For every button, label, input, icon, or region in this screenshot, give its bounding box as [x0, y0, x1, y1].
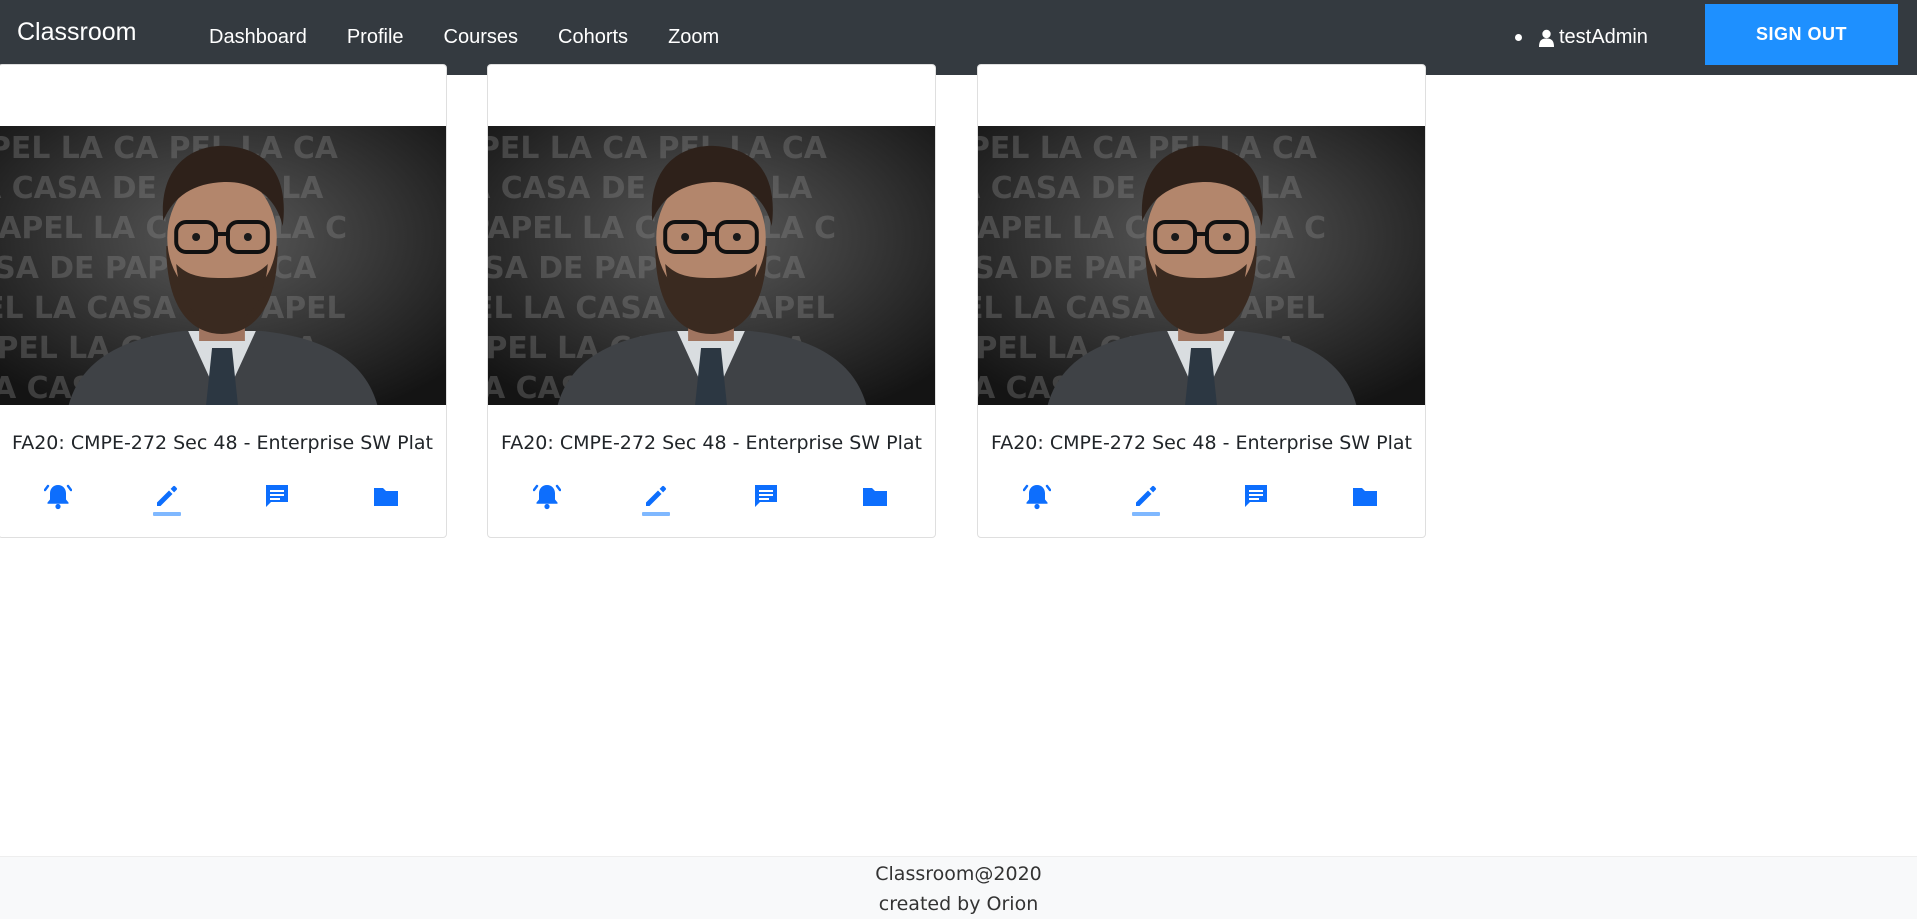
course-card-actions — [978, 480, 1425, 520]
pencil-button[interactable] — [639, 480, 673, 516]
professor-portrait-image: PEL LA CA PEL LA CA LA CASA DE PAPEL LA … — [0, 126, 446, 405]
course-card-title[interactable]: FA20: CMPE-272 Sec 48 - Enterprise SW Pl… — [488, 432, 935, 454]
course-card-image[interactable]: PEL LA CA PEL LA CA LA CASA DE PAPEL LA … — [488, 126, 935, 405]
course-card[interactable]: PEL LA CA PEL LA CA LA CASA DE PAPEL LA … — [0, 64, 447, 538]
svg-text:PEL LA CA PEL LA CA: PEL LA CA PEL LA CA — [488, 131, 828, 166]
user-icon — [1539, 29, 1554, 47]
pencil-icon — [642, 482, 670, 515]
footer-credit: created by Orion — [878, 893, 1039, 915]
footer-copyright: Classroom@2020 — [875, 863, 1042, 885]
svg-text:EL LA CASA DE PAPEL: EL LA CASA DE PAPEL — [978, 291, 1325, 326]
username: testAdmin — [1559, 26, 1648, 48]
active-underline — [642, 512, 670, 516]
course-card-actions — [488, 480, 935, 520]
professor-portrait-image: PEL LA CA PEL LA CA LA CASA DE PAPEL LA … — [488, 126, 935, 405]
footer: Classroom@2020 created by Orion — [0, 856, 1917, 919]
user-menu[interactable]: testAdmin — [1515, 0, 1648, 75]
pencil-icon — [153, 482, 181, 515]
pencil-button[interactable] — [150, 480, 184, 516]
svg-text:EL LA CASA DE PAPEL: EL LA CASA DE PAPEL — [488, 291, 835, 326]
chat-button[interactable] — [260, 480, 294, 516]
course-card-title[interactable]: FA20: CMPE-272 Sec 48 - Enterprise SW Pl… — [0, 432, 446, 454]
bell-icon — [532, 482, 562, 515]
bell-button[interactable] — [41, 480, 75, 516]
folder-button[interactable] — [1348, 480, 1382, 516]
chat-icon — [1242, 482, 1270, 515]
svg-text:PEL LA CA PEL LA CA: PEL LA CA PEL LA CA — [0, 131, 339, 166]
bell-icon — [43, 482, 73, 515]
bell-button[interactable] — [1020, 480, 1054, 516]
bullet-icon — [1515, 34, 1522, 41]
brand-logo[interactable]: Classroom — [17, 18, 136, 47]
course-card-actions — [0, 480, 446, 520]
pencil-icon — [1132, 482, 1160, 515]
course-card-image[interactable]: PEL LA CA PEL LA CA LA CASA DE PAPEL LA … — [978, 126, 1425, 405]
folder-icon — [372, 482, 400, 515]
folder-icon — [1351, 482, 1379, 515]
bell-icon — [1022, 482, 1052, 515]
professor-portrait-image: PEL LA CA PEL LA CA LA CASA DE PAPEL LA … — [978, 126, 1425, 405]
pencil-button[interactable] — [1129, 480, 1163, 516]
active-underline — [1132, 512, 1160, 516]
svg-text:PEL LA CA PEL LA CA: PEL LA CA PEL LA CA — [978, 131, 1318, 166]
bell-button[interactable] — [530, 480, 564, 516]
chat-button[interactable] — [1239, 480, 1273, 516]
course-card[interactable]: PEL LA CA PEL LA CA LA CASA DE PAPEL LA … — [977, 64, 1426, 538]
sign-out-button[interactable]: SIGN OUT — [1705, 4, 1898, 65]
course-card[interactable]: PEL LA CA PEL LA CA LA CASA DE PAPEL LA … — [487, 64, 936, 538]
folder-button[interactable] — [369, 480, 403, 516]
folder-icon — [861, 482, 889, 515]
chat-icon — [263, 482, 291, 515]
chat-button[interactable] — [749, 480, 783, 516]
svg-text:EL LA CASA DE PAPEL: EL LA CASA DE PAPEL — [0, 291, 346, 326]
course-card-image[interactable]: PEL LA CA PEL LA CA LA CASA DE PAPEL LA … — [0, 126, 446, 405]
folder-button[interactable] — [858, 480, 892, 516]
chat-icon — [752, 482, 780, 515]
course-card-title[interactable]: FA20: CMPE-272 Sec 48 - Enterprise SW Pl… — [978, 432, 1425, 454]
active-underline — [153, 512, 181, 516]
